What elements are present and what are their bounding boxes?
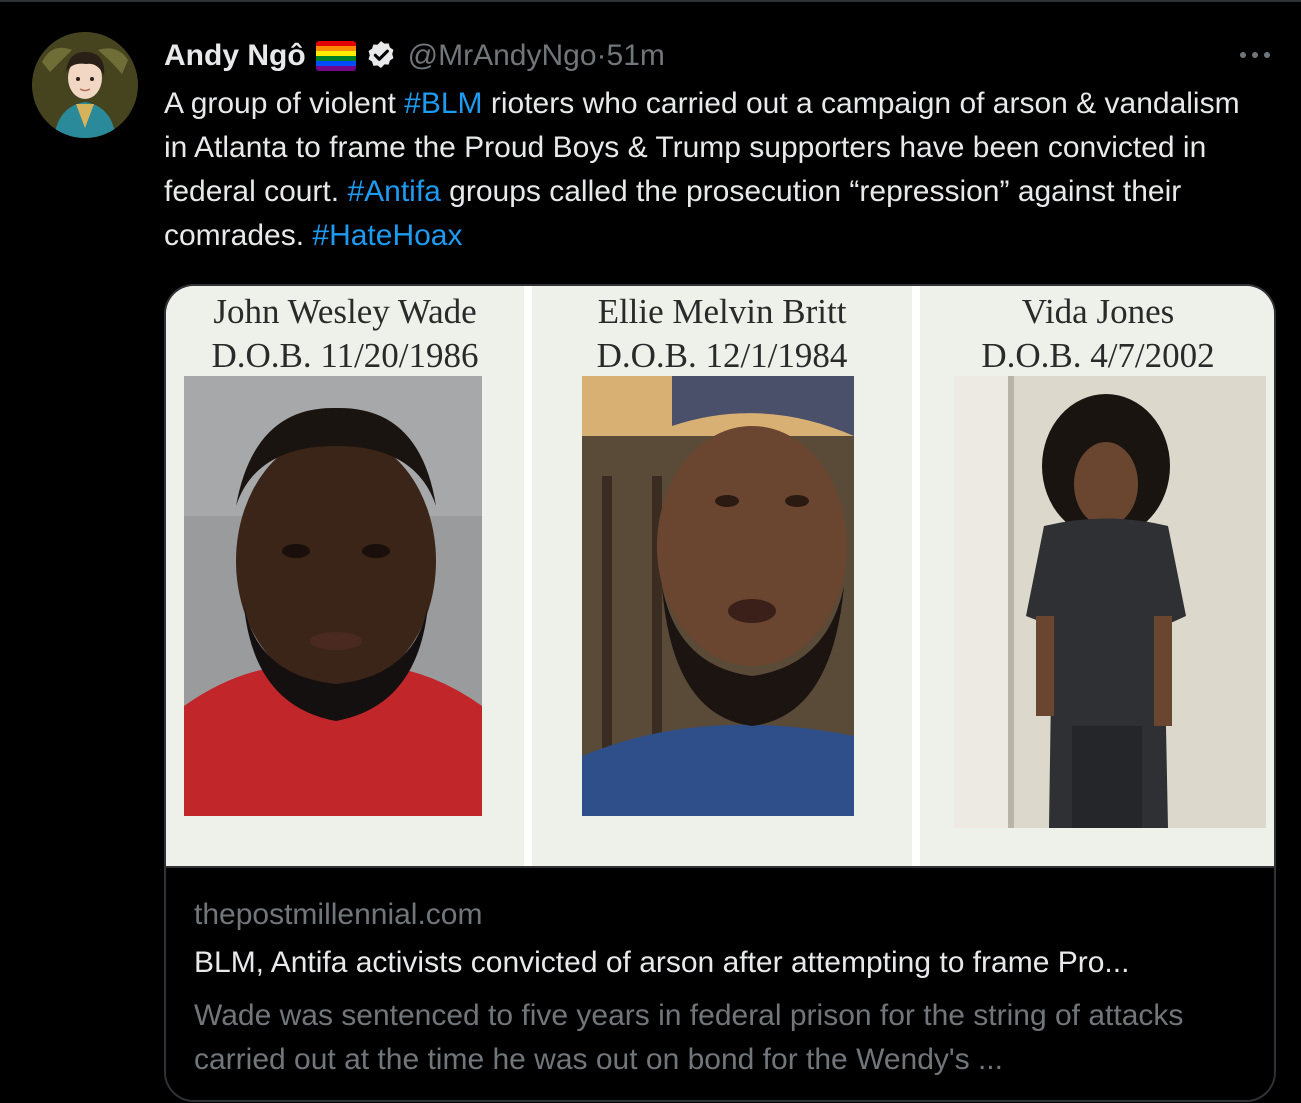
avatar[interactable] [32,32,138,138]
card-title: BLM, Antifa activists convicted of arson… [194,946,1130,979]
panel-name: John Wesley Wade [213,292,477,331]
rainbow-flag-icon [315,41,356,71]
panel-name: Vida Jones [1021,292,1175,331]
mugshot-panel: Ellie Melvin Britt D.O.B. 12/1/1984 [532,286,912,866]
panel-dob: D.O.B. 4/7/2002 [981,336,1215,375]
mugshot-panel: Vida Jones D.O.B. 4/7/2002 [920,286,1274,866]
mugshot-photo [954,376,1266,828]
tweet-text-part: A group of violent [164,87,405,120]
tweet-text: A group of violent #BLM rioters who carr… [164,82,1244,258]
panel-divider [912,286,920,866]
panel-dob: D.O.B. 11/20/1986 [211,336,479,375]
timestamp[interactable]: 51m [607,39,665,73]
hashtag-link[interactable]: #HateHoax [312,219,462,252]
separator-dot: · [596,39,607,72]
panel-dob: D.O.B. 12/1/1984 [596,336,848,375]
mugshot-panel: John Wesley Wade D.O.B. 11/20/1986 [166,286,524,866]
card-description: Wade was sentenced to five years in fede… [194,999,1184,1076]
panel-divider [524,286,532,866]
panel-name: Ellie Melvin Britt [597,292,847,331]
author-handle[interactable]: @MrAndyNgo [408,39,597,73]
tweet-header: Andy Ngô @MrAndyNgo · 51m [164,34,665,78]
hashtag-link[interactable]: #BLM [404,87,482,120]
card-image[interactable]: John Wesley Wade D.O.B. 11/20/1986 Ellie… [166,286,1274,866]
more-options-icon[interactable] [1235,40,1275,70]
author-name[interactable]: Andy Ngô [164,39,306,73]
tweet[interactable]: Andy Ngô @MrAndyNgo · 51m A group of vio… [0,0,1301,1103]
link-card[interactable]: John Wesley Wade D.O.B. 11/20/1986 Ellie… [164,284,1276,1102]
mugshot-photo [582,376,854,816]
verified-badge-icon [364,39,398,73]
card-domain: thepostmillennial.com [194,898,483,931]
hashtag-link[interactable]: #Antifa [347,175,440,208]
mugshot-photo [184,376,482,816]
card-meta[interactable]: thepostmillennial.com BLM, Antifa activi… [166,866,1274,1100]
